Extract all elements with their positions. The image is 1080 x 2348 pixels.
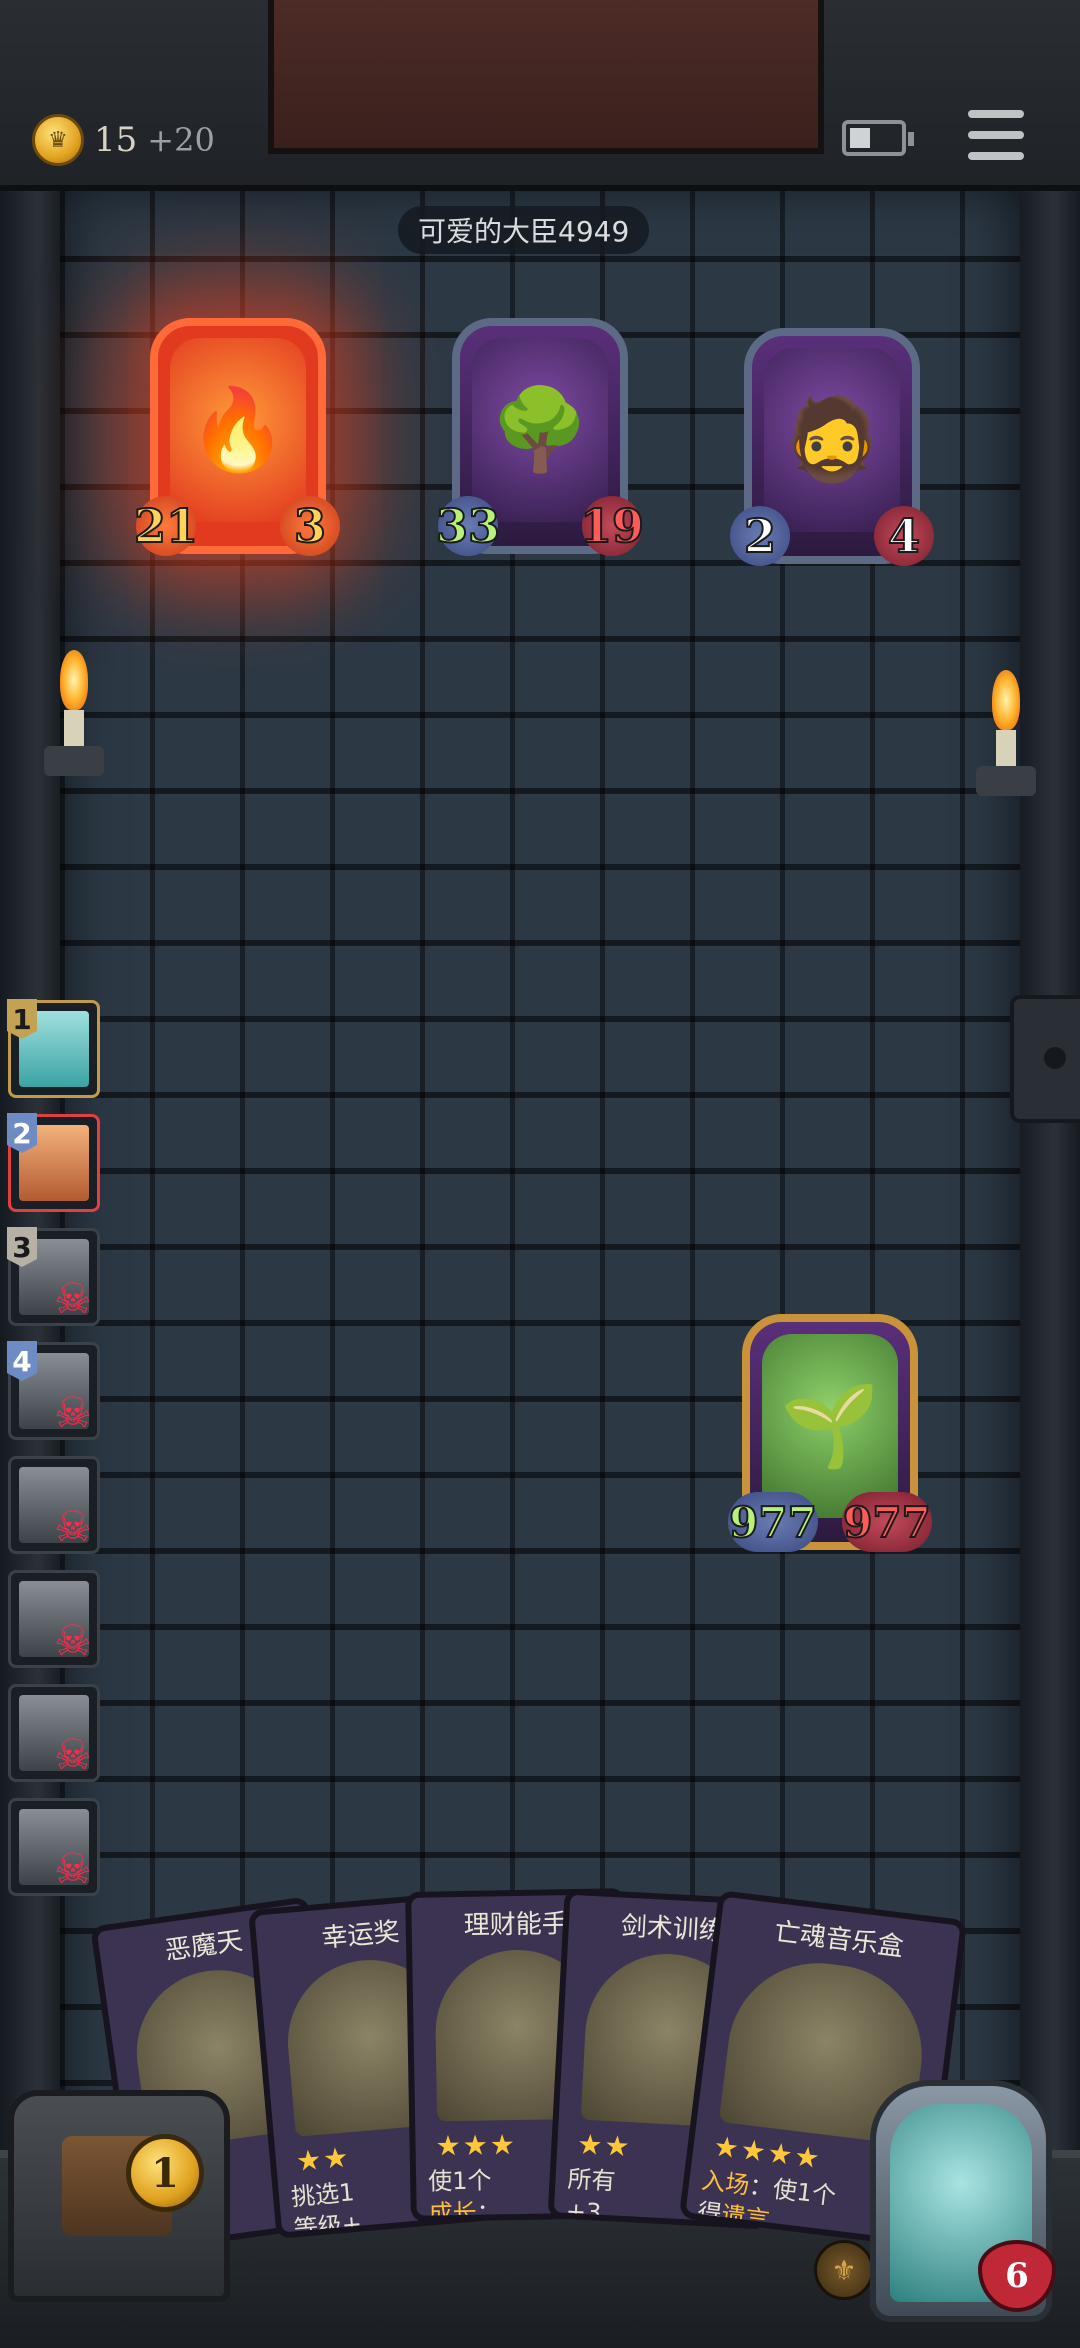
chest-count: 1	[126, 2134, 204, 2212]
skull-icon: ☠	[54, 1502, 92, 1551]
menu-icon[interactable]	[968, 110, 1024, 160]
door-latch	[1010, 995, 1080, 1123]
keyword-enter: 入场	[699, 2166, 751, 2200]
top-bar: ♛ 15 +20	[0, 0, 1080, 191]
card-stars: ★★	[576, 2127, 633, 2164]
enemy-unit-1[interactable]: 🔥 21 3	[133, 318, 340, 556]
team-slot-3[interactable]: 3 ☠	[7, 1227, 100, 1326]
skull-icon: ☠	[54, 1388, 92, 1437]
attack-stat: 21	[133, 496, 199, 556]
team-slot-5[interactable]: ☠	[8, 1456, 100, 1554]
attack-stat: 33	[435, 496, 501, 556]
battery-icon	[842, 120, 914, 156]
curtain	[268, 0, 824, 154]
enemy-unit-2[interactable]: 🌳 33 19	[435, 318, 645, 556]
crown-coin-icon: ♛	[32, 114, 84, 166]
attack-stat: 2	[730, 506, 790, 566]
skull-icon: ☠	[54, 1730, 92, 1779]
team-slot-2[interactable]: 2	[7, 1113, 100, 1212]
leaf-girl-portrait: 🌱	[762, 1334, 898, 1518]
team-slot-8[interactable]: ☠	[8, 1798, 100, 1896]
slot-number: 2	[7, 1113, 37, 1153]
torch-left	[44, 650, 104, 790]
attack-stat: 977	[728, 1492, 818, 1552]
treasure-chest[interactable]	[8, 2090, 230, 2302]
enemy-unit-3[interactable]: 🧔 2 4	[730, 328, 934, 566]
card-stars: ★★	[294, 2140, 352, 2178]
team-slot-7[interactable]: ☠	[8, 1684, 100, 1782]
player-unit[interactable]: 🌱 977 977	[728, 1314, 932, 1552]
team-slot-4[interactable]: 4 ☠	[7, 1341, 100, 1440]
keyword-growth: 成长	[428, 2198, 477, 2222]
skull-icon: ☠	[54, 1616, 92, 1665]
gold-value: 15	[94, 120, 138, 160]
gold-counter: ♛ 15 +20	[32, 112, 215, 168]
demon-portrait: 🔥	[170, 338, 306, 522]
gold-bonus: +20	[147, 121, 215, 159]
hero-power-icon[interactable]: ⚜	[814, 2240, 874, 2300]
health-stat: 4	[874, 506, 934, 566]
team-slot-1[interactable]: 1	[7, 999, 100, 1098]
health-stat: 3	[280, 496, 340, 556]
slot-number: 3	[7, 1227, 37, 1267]
slot-number: 1	[7, 999, 37, 1039]
slot-number: 4	[7, 1341, 37, 1381]
card-title: 亡魂音乐盒	[772, 1917, 906, 1963]
right-pillar	[1016, 0, 1080, 2340]
skull-icon: ☠	[54, 1844, 92, 1893]
health-stat: 977	[842, 1492, 932, 1552]
man-portrait: 🧔	[764, 348, 900, 532]
card-text-rest: ：	[476, 2198, 501, 2222]
torch-right	[976, 670, 1036, 810]
treant-portrait: 🌳	[472, 338, 608, 522]
skull-icon: ☠	[54, 1274, 92, 1323]
team-slot-6[interactable]: ☠	[8, 1570, 100, 1668]
health-stat: 19	[579, 496, 645, 556]
card-stars: ★★★	[435, 2128, 518, 2163]
opponent-name: 可爱的大臣4949	[398, 206, 650, 254]
